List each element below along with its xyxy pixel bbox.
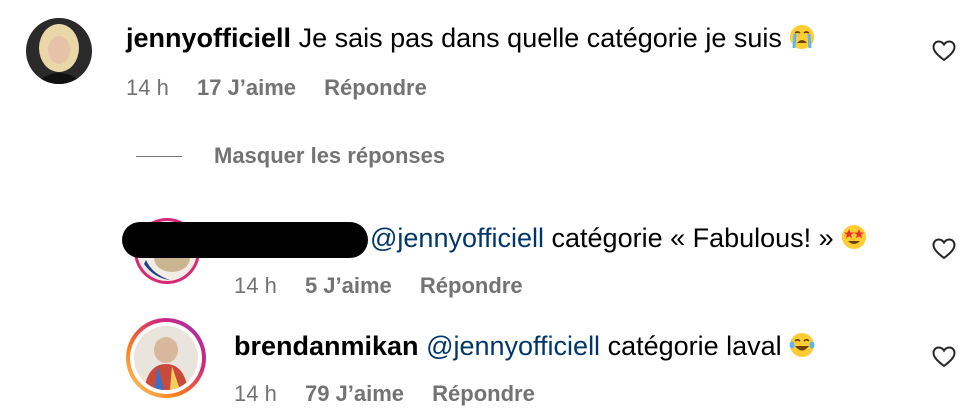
hide-replies-label[interactable]: Masquer les réponses <box>214 143 445 169</box>
heart-outline-icon[interactable] <box>932 238 956 260</box>
comment-text: Je sais pas dans quelle catégorie je sui… <box>298 23 782 53</box>
likes-count[interactable]: 79 J’aime <box>305 381 404 406</box>
avatar[interactable] <box>126 318 206 398</box>
reply-redacted: @jennyofficiell catégorie « Fabulous! » … <box>0 210 980 310</box>
heart-outline-icon[interactable] <box>932 40 956 62</box>
timestamp: 14 h <box>234 381 277 406</box>
redacted-username <box>122 222 368 258</box>
loudly-crying-face-emoji <box>790 25 815 49</box>
username[interactable]: jennyofficiell <box>126 23 291 53</box>
reply-button[interactable]: Répondre <box>324 75 427 100</box>
timestamp: 14 h <box>234 273 277 298</box>
mention-link[interactable]: @jennyofficiell <box>426 331 600 361</box>
comment-line: jennyofficiell Je sais pas dans quelle c… <box>126 22 815 54</box>
reply-button[interactable]: Répondre <box>420 273 523 298</box>
comment-jennyofficiell: jennyofficiell Je sais pas dans quelle c… <box>0 0 980 110</box>
star-struck-emoji <box>842 225 867 249</box>
avatar[interactable] <box>26 18 92 84</box>
comment-line: brendanmikan @jennyofficiell catégorie l… <box>234 330 815 362</box>
comment-meta: 14 h 5 J’aime Répondre <box>234 273 545 299</box>
comment-line: @jennyofficiell catégorie « Fabulous! » <box>370 222 867 254</box>
comment-meta: 14 h 17 J’aime Répondre <box>126 75 449 101</box>
timestamp: 14 h <box>126 75 169 100</box>
comment-text: catégorie « Fabulous! » <box>551 223 834 253</box>
mention-link[interactable]: @jennyofficiell <box>370 223 544 253</box>
divider <box>136 156 182 157</box>
likes-count[interactable]: 17 J’aime <box>197 75 296 100</box>
tears-of-joy-emoji <box>789 333 815 357</box>
username[interactable]: brendanmikan <box>234 331 419 361</box>
comment-text: catégorie laval <box>607 331 782 361</box>
heart-outline-icon[interactable] <box>932 346 956 368</box>
likes-count[interactable]: 5 J’aime <box>305 273 392 298</box>
reply-brendanmikan: brendanmikan @jennyofficiell catégorie l… <box>0 318 980 420</box>
reply-button[interactable]: Répondre <box>432 381 535 406</box>
comment-meta: 14 h 79 J’aime Répondre <box>234 381 557 407</box>
